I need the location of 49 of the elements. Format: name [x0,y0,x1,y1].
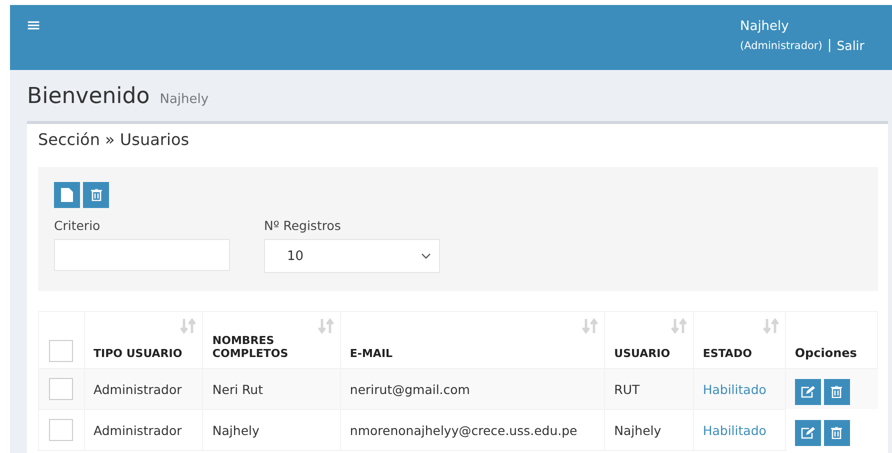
delete-button[interactable] [824,379,850,405]
edit-button[interactable] [794,420,821,446]
status-text: Habilitado [702,382,766,396]
table-cell: RUT [614,382,640,396]
status-text: Habilitado [702,422,766,438]
criterio-field[interactable] [54,239,230,271]
table-cell: nmorenonajhelyy@crece.uss.edu.pe [350,422,578,438]
select-all-checkbox[interactable] [49,340,73,362]
delete-button[interactable] [824,420,850,446]
table-cell: nerirut@gmail.com [350,382,470,396]
registros-label: Nº Registros [264,218,342,233]
criterio-label: Criterio [54,218,102,233]
page-subtitle: Najhely [160,92,209,107]
page-title: Bienvenido [27,84,150,109]
row-checkbox[interactable] [49,378,73,400]
chevron-down-icon [421,253,431,259]
user-role: (Administrador) [740,40,822,52]
sort-icon[interactable] [762,318,779,334]
trash-icon [831,386,842,398]
user-name: Najhely [740,19,790,34]
row-checkbox[interactable] [49,419,73,441]
table-cell: Najhely [212,422,260,438]
table-cell: Najhely [614,422,662,438]
sort-icon[interactable] [180,318,196,334]
edit-icon [800,386,815,398]
edit-icon [800,426,815,438]
new-document-button[interactable] [54,182,80,208]
sort-icon[interactable] [318,318,334,334]
section-title: Sección » Usuarios [38,130,190,149]
edit-button[interactable] [794,379,821,405]
menu-icon[interactable]: ≡ [26,17,42,35]
delete-button[interactable] [83,182,109,208]
column-header: USUARIO [614,347,672,360]
column-header: ESTADO [702,347,753,360]
logout-link[interactable]: Salir [836,38,864,53]
column-header: Opciones [794,346,858,360]
column-header: NOMBRES COMPLETOS [212,334,290,360]
table-cell: Administrador [94,422,182,438]
separator: | [827,38,832,53]
sort-icon[interactable] [582,318,598,334]
table-cell: Administrador [94,382,182,396]
column-header: TIPO USUARIO [94,347,184,360]
registros-dropdown[interactable]: 10 [264,239,440,273]
column-header: E-MAIL [350,347,394,360]
trash-icon [90,189,102,201]
document-icon [61,188,73,202]
sort-icon[interactable] [670,318,687,334]
table-cell: Neri Rut [212,382,263,396]
trash-icon [831,426,842,438]
